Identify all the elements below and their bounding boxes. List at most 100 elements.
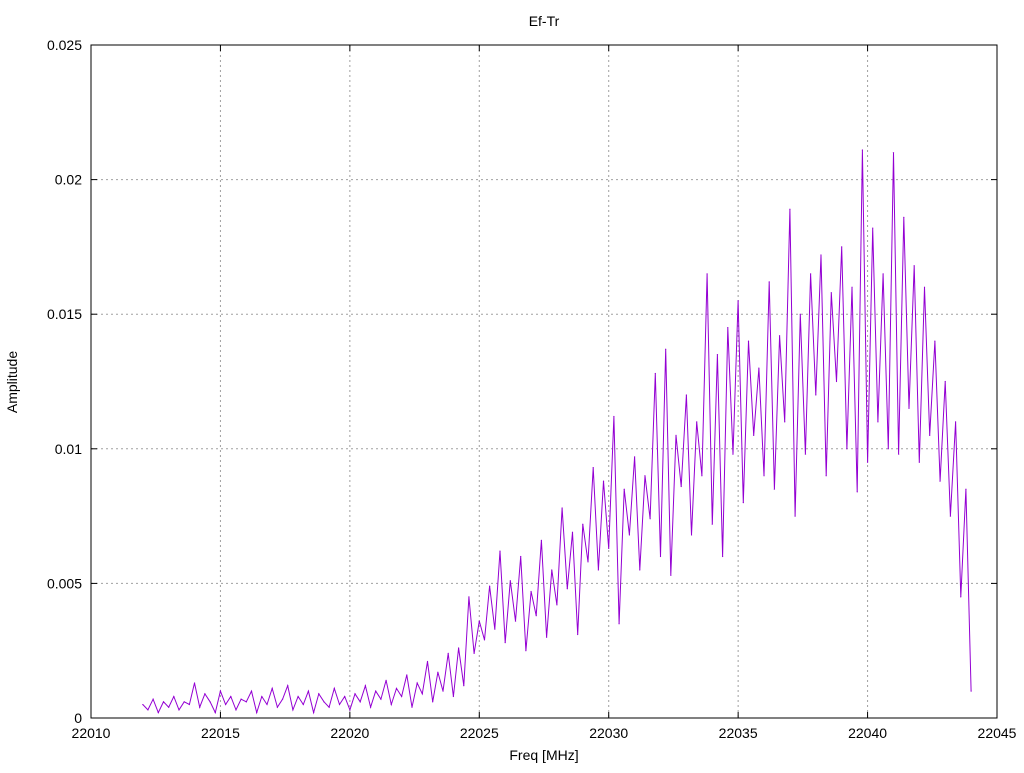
- x-axis-label: Freq [MHz]: [509, 747, 578, 763]
- x-tick-label: 22040: [848, 725, 887, 741]
- data-point: [566, 588, 568, 590]
- data-point: [608, 547, 610, 550]
- ticks: 22010 22015 22020 22025 22030 22035 22040 22045…: [47, 37, 1017, 741]
- data-point: [830, 292, 832, 294]
- data-point: [437, 671, 439, 673]
- data-point: [799, 313, 801, 315]
- data-point: [390, 703, 392, 706]
- data-point: [266, 703, 268, 706]
- data-point: [514, 620, 517, 622]
- data-point: [147, 709, 149, 711]
- data-point: [494, 628, 496, 630]
- data-point: [307, 690, 310, 692]
- data-point: [929, 434, 931, 436]
- data-point: [421, 693, 423, 695]
- data-point: [722, 555, 724, 558]
- data-point: [333, 687, 335, 689]
- data-point: [395, 687, 398, 689]
- data-point: [903, 216, 905, 218]
- data-point: [753, 434, 755, 436]
- data-point: [318, 693, 320, 695]
- data-point: [742, 502, 744, 504]
- data-point: [732, 453, 734, 455]
- data-point: [193, 682, 196, 684]
- data-point: [825, 475, 827, 477]
- data-point: [789, 208, 791, 210]
- data-point: [768, 281, 770, 283]
- data-point: [644, 475, 646, 477]
- data-point: [918, 461, 920, 463]
- y-tick-label: 0.015: [47, 306, 82, 322]
- data-point: [794, 515, 796, 517]
- series-line: [142, 149, 972, 715]
- data-point: [784, 421, 786, 423]
- data-point: [173, 695, 175, 698]
- data-point: [908, 407, 910, 410]
- data-point: [235, 709, 237, 711]
- data-point: [887, 448, 889, 450]
- data-point: [866, 461, 869, 463]
- data-point: [706, 273, 708, 275]
- x-tick-label: 22010: [72, 725, 111, 741]
- data-point: [204, 693, 206, 695]
- data-point: [520, 555, 522, 558]
- data-point: [696, 421, 698, 423]
- data-point: [665, 348, 667, 350]
- data-point: [168, 706, 170, 708]
- data-point: [711, 523, 713, 525]
- data-point: [369, 706, 372, 708]
- y-tick-label: 0.005: [47, 575, 82, 591]
- data-point: [690, 534, 693, 536]
- data-point: [675, 434, 677, 436]
- data-point: [685, 394, 687, 396]
- data-point: [344, 695, 346, 698]
- data-point: [188, 703, 190, 706]
- data-point: [597, 569, 599, 571]
- data-point: [478, 620, 480, 622]
- data-point: [851, 286, 853, 288]
- data-point: [634, 456, 636, 458]
- data-point: [582, 523, 584, 525]
- data-point: [623, 488, 625, 490]
- data-point: [297, 695, 299, 698]
- y-tick-label: 0.01: [55, 441, 82, 457]
- data-point: [499, 550, 501, 552]
- data-point: [804, 453, 807, 455]
- data-point: [649, 518, 651, 520]
- data-point: [240, 698, 242, 700]
- data-point: [882, 273, 884, 275]
- data-point: [157, 712, 159, 714]
- data-point: [628, 534, 631, 536]
- data-point: [525, 650, 527, 652]
- data-point: [877, 421, 879, 423]
- data-point: [457, 647, 460, 649]
- y-tick-label: 0.02: [55, 172, 82, 188]
- y-tick-label: 0.025: [47, 37, 82, 53]
- data-point: [162, 701, 165, 703]
- data-point: [551, 569, 553, 571]
- data-point: [680, 485, 682, 488]
- data-point: [670, 574, 672, 576]
- data-point: [323, 701, 325, 703]
- data-point: [758, 367, 760, 369]
- data-point: [892, 152, 895, 154]
- data-point: [225, 703, 227, 706]
- data-point: [960, 596, 962, 598]
- data-point: [970, 690, 972, 692]
- data-point: [701, 475, 703, 477]
- data-point: [401, 695, 403, 698]
- data-point: [432, 701, 434, 703]
- data-point: [426, 660, 429, 663]
- plot-frame: [90, 44, 998, 719]
- data-point: [214, 712, 216, 714]
- data-point: [587, 561, 589, 563]
- data-point: [872, 227, 874, 229]
- chart-title: Ef-Tr: [529, 13, 560, 29]
- data-point: [778, 335, 781, 337]
- data-point: [841, 246, 843, 248]
- data-point: [618, 623, 620, 625]
- data-point: [540, 539, 543, 541]
- data-point: [411, 706, 413, 708]
- data-point: [468, 596, 470, 598]
- x-tick-label: 22020: [330, 725, 369, 741]
